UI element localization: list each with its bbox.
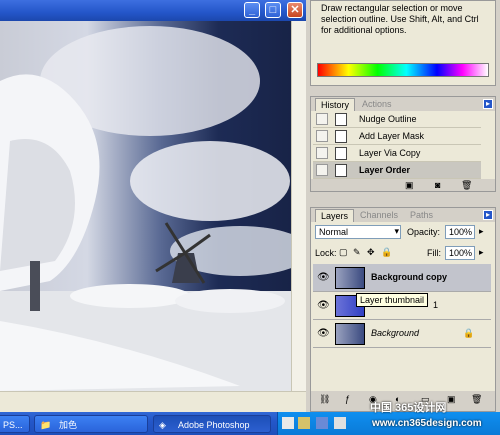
minimize-button[interactable]: _ bbox=[244, 2, 260, 18]
history-panel: History Actions ▸ Nudge Outline Add Laye… bbox=[310, 96, 496, 192]
link-icon[interactable]: ⛓ bbox=[319, 394, 330, 405]
new-snapshot-icon[interactable]: ▣ bbox=[405, 180, 414, 191]
history-item[interactable]: Add Layer Mask bbox=[313, 128, 481, 145]
history-item-label: Nudge Outline bbox=[359, 114, 417, 124]
lock-brush-icon[interactable]: ✎ bbox=[353, 247, 361, 258]
color-spectrum-ramp[interactable] bbox=[317, 63, 489, 77]
horizontal-scrollbar[interactable] bbox=[0, 391, 306, 413]
history-item-label: Layer Via Copy bbox=[359, 148, 421, 158]
fill-label: Fill: bbox=[427, 248, 441, 258]
fill-arrow-icon[interactable]: ▸ bbox=[479, 247, 484, 258]
tab-layers[interactable]: Layers bbox=[315, 209, 355, 222]
history-item-label: Layer Order bbox=[359, 165, 411, 175]
tab-paths[interactable]: Paths bbox=[405, 209, 438, 222]
layer-row-selected[interactable]: 👁 Background copy bbox=[313, 264, 491, 292]
camera-icon[interactable]: ◙ bbox=[435, 180, 440, 190]
lock-transparency-icon[interactable]: ▢ bbox=[339, 247, 348, 258]
history-checkbox[interactable] bbox=[316, 113, 328, 125]
trash-icon[interactable]: 🗑 bbox=[471, 394, 482, 405]
taskbar-item-folder[interactable]: 📁 加色 bbox=[34, 415, 148, 433]
history-footer: ▣ ◙ 🗑 bbox=[311, 179, 495, 191]
image-canvas[interactable] bbox=[0, 21, 291, 391]
history-item-label: Add Layer Mask bbox=[359, 131, 425, 141]
eye-icon[interactable]: 👁 bbox=[317, 272, 330, 283]
panel-menu-icon[interactable]: ▸ bbox=[483, 99, 493, 109]
layers-tabrow: Layers Channels Paths ▸ bbox=[311, 208, 495, 222]
history-item-selected[interactable]: Layer Order bbox=[313, 162, 481, 179]
watermark-text: 中国 365设计网 bbox=[370, 402, 447, 414]
document-titlebar: _ □ ✕ bbox=[0, 0, 306, 21]
lock-move-icon[interactable]: ✥ bbox=[367, 247, 375, 258]
folder-icon: 📁 bbox=[40, 420, 52, 430]
layer-thumbnail-tooltip: Layer thumbnail bbox=[356, 293, 429, 307]
blend-mode-value: Normal bbox=[319, 227, 349, 237]
layers-panel: Layers Channels Paths ▸ Normal ▾ Opacity… bbox=[310, 207, 496, 412]
layer-name: Background bbox=[371, 328, 420, 338]
chevron-down-icon: ▾ bbox=[394, 226, 399, 236]
layer-row[interactable]: 👁 Background 🔒 bbox=[313, 320, 491, 348]
layer-thumbnail[interactable] bbox=[335, 323, 365, 345]
opacity-label: Opacity: bbox=[407, 227, 441, 237]
opacity-input[interactable]: 100% bbox=[445, 225, 475, 239]
lock-all-icon[interactable]: 🔒 bbox=[381, 247, 392, 258]
opacity-arrow-icon[interactable]: ▸ bbox=[479, 226, 484, 237]
tab-channels[interactable]: Channels bbox=[355, 209, 403, 222]
taskbar-item-photoshop[interactable]: ◈ Adobe Photoshop bbox=[153, 415, 271, 433]
trash-icon[interactable]: 🗑 bbox=[461, 180, 472, 191]
tray-volume-icon[interactable] bbox=[334, 417, 346, 429]
document-icon bbox=[335, 147, 347, 160]
document-icon bbox=[335, 113, 347, 126]
history-checkbox[interactable] bbox=[316, 147, 328, 159]
maximize-button[interactable]: □ bbox=[265, 2, 281, 18]
layer-name: Background copy bbox=[371, 272, 448, 282]
document-icon bbox=[335, 164, 347, 177]
taskbar-item[interactable]: PS... bbox=[0, 415, 30, 433]
layer-thumbnail[interactable] bbox=[335, 267, 365, 289]
layer-style-icon[interactable]: ƒ bbox=[345, 394, 350, 404]
vertical-scrollbar[interactable] bbox=[291, 21, 307, 391]
photoshop-icon: ◈ bbox=[159, 420, 166, 430]
eye-icon[interactable]: 👁 bbox=[317, 300, 330, 311]
info-panel: Draw rectangular selection or move selec… bbox=[310, 0, 496, 86]
windmill-landscape-image bbox=[0, 26, 291, 391]
history-item[interactable]: Layer Via Copy bbox=[313, 145, 481, 162]
history-item[interactable]: Nudge Outline bbox=[313, 111, 481, 128]
close-button[interactable]: ✕ bbox=[287, 2, 303, 18]
document-window: _ □ ✕ bbox=[0, 0, 307, 413]
tray-keyboard-icon[interactable] bbox=[282, 417, 294, 429]
taskbar-item-label: 加色 bbox=[59, 420, 78, 430]
eye-icon[interactable]: 👁 bbox=[317, 328, 330, 339]
taskbar-item-label: Adobe Photoshop bbox=[178, 420, 250, 430]
tool-hint-text: Draw rectangular selection or move selec… bbox=[321, 3, 479, 35]
history-checkbox[interactable] bbox=[316, 130, 328, 142]
tray-network-icon[interactable] bbox=[316, 417, 328, 429]
panel-menu-icon[interactable]: ▸ bbox=[483, 210, 493, 220]
blend-mode-select[interactable]: Normal ▾ bbox=[315, 225, 401, 239]
history-checkbox[interactable] bbox=[316, 164, 328, 176]
lock-label: Lock: bbox=[315, 248, 337, 258]
watermark-url: www.cn365design.com bbox=[372, 418, 482, 429]
lock-icon: 🔒 bbox=[463, 328, 475, 338]
fill-input[interactable]: 100% bbox=[445, 246, 475, 260]
history-tabrow: History Actions ▸ bbox=[311, 97, 495, 111]
tray-app-icon[interactable] bbox=[298, 417, 310, 429]
layer-name: 1 bbox=[433, 300, 439, 310]
tab-actions[interactable]: Actions bbox=[357, 98, 397, 111]
tab-history[interactable]: History bbox=[315, 98, 356, 111]
document-icon bbox=[335, 130, 347, 143]
new-layer-icon[interactable]: ▣ bbox=[447, 394, 456, 405]
